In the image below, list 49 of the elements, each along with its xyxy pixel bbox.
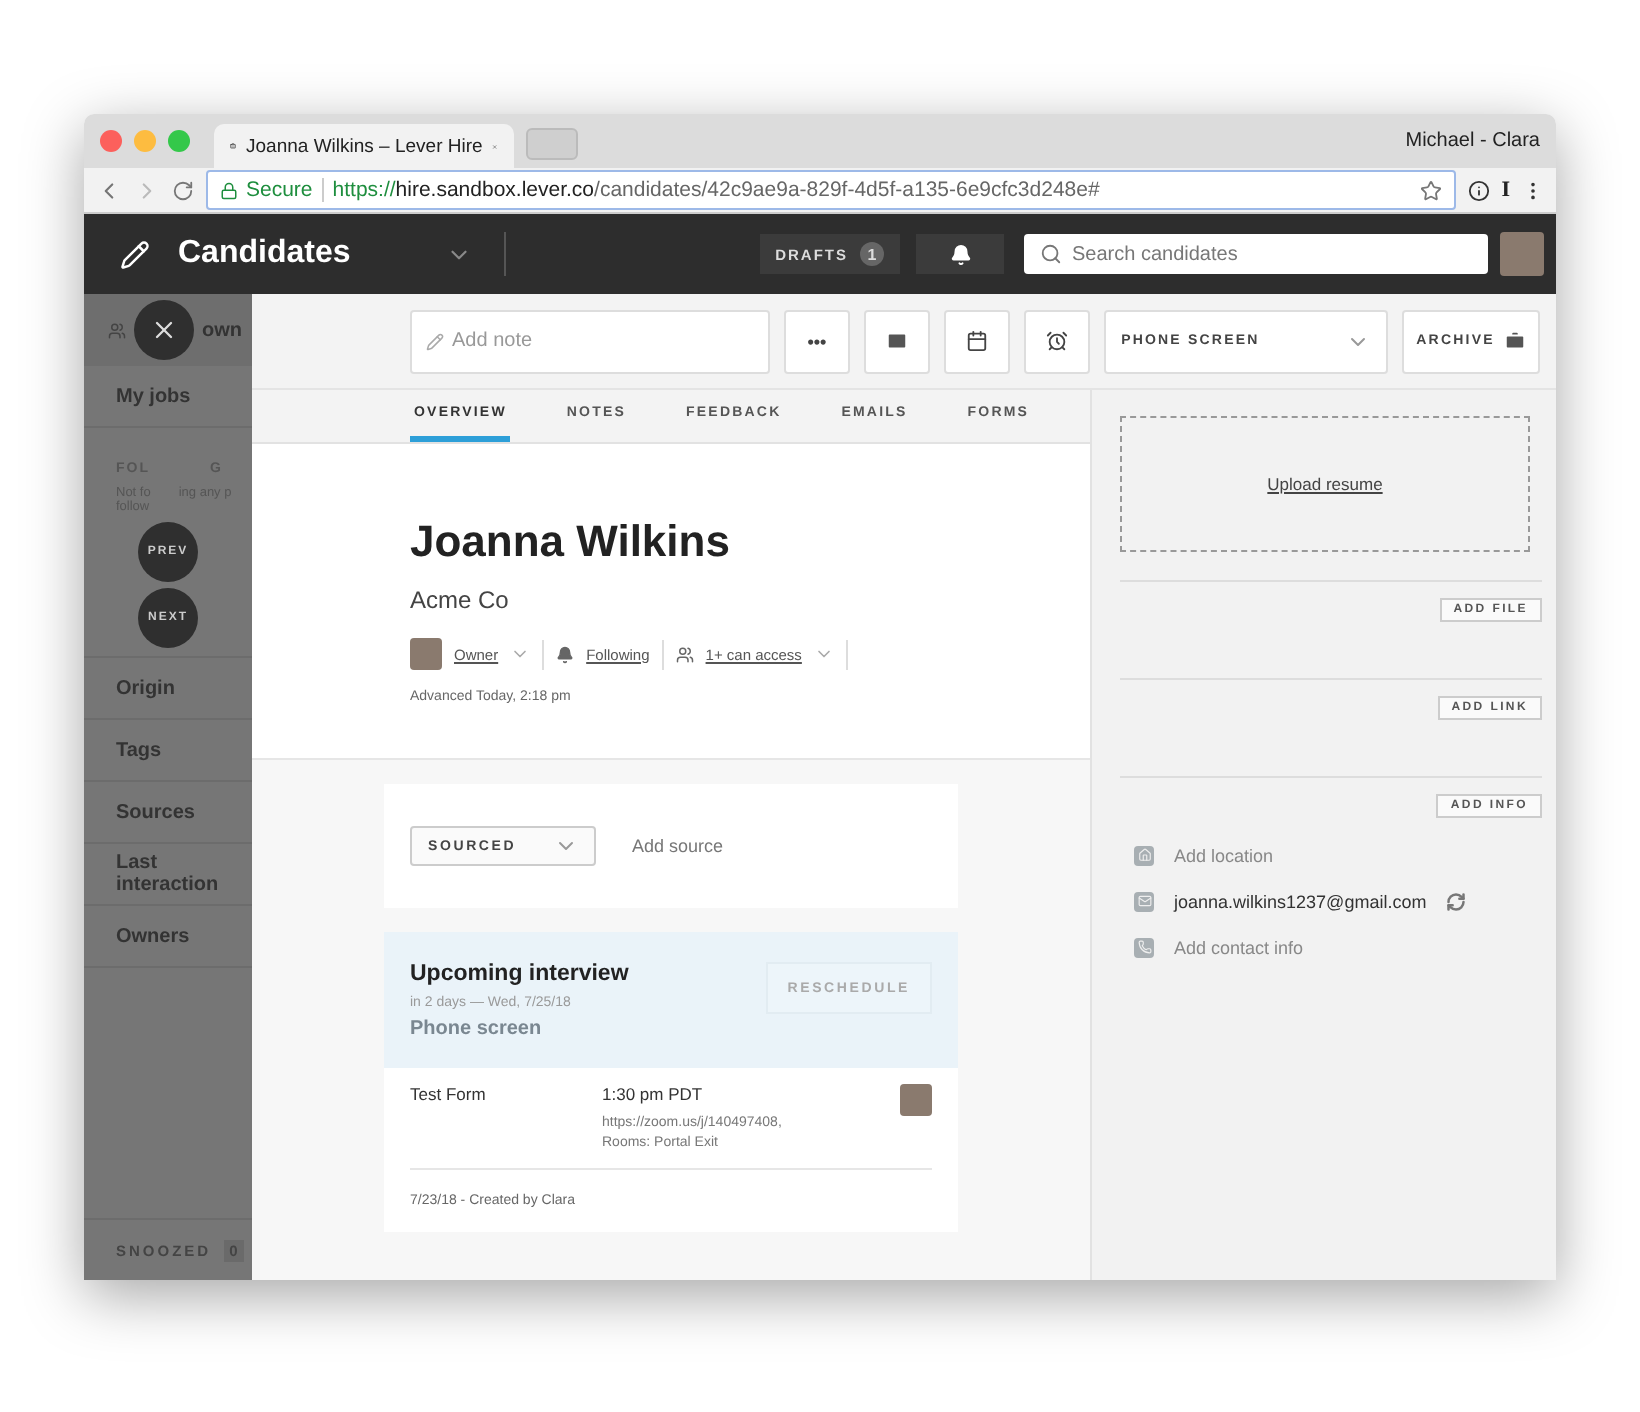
bookmark-star-icon[interactable] [1419, 179, 1442, 201]
avatar [900, 1084, 932, 1116]
candidate-name: Joanna Wilkins [410, 516, 732, 568]
email-icon [1134, 891, 1154, 911]
location-icon [1134, 845, 1154, 865]
tab-title: Joanna Wilkins – Lever Hire [246, 135, 483, 157]
interview-title: Upcoming interview [410, 962, 629, 986]
info-icon[interactable] [1467, 179, 1490, 201]
address-bar[interactable]: Secure https://hire.sandbox.lever.co/candidates/42c9ae9a-829f-4d5f-a135-6e9cfc3d248e# [206, 170, 1456, 210]
pencil-icon [426, 332, 444, 350]
interview-time: 1:30 pm PDT [602, 1084, 705, 1104]
close-icon [150, 316, 178, 344]
contact-text: joanna.wilkins1237@gmail.com [1174, 891, 1427, 911]
secure-label: Secure [246, 178, 325, 202]
phone-icon [1134, 937, 1154, 957]
search-field[interactable]: Search candidates [1024, 234, 1488, 274]
bell-icon [556, 645, 575, 663]
form-name: Test Form [410, 1084, 488, 1108]
avatar [1500, 232, 1544, 276]
people-icon [108, 321, 126, 339]
people-icon [675, 645, 694, 663]
profile-name: Michael - Clara [1405, 130, 1542, 152]
bell-icon [949, 243, 971, 265]
close-button[interactable] [134, 300, 194, 360]
company-name: Acme Co [410, 586, 511, 614]
sync-icon[interactable] [1446, 891, 1467, 911]
add-source-link[interactable]: Add source [632, 836, 724, 856]
reload-icon[interactable] [172, 179, 194, 201]
calendar-button[interactable] [943, 309, 1010, 373]
alarm-clock-icon [1045, 330, 1068, 352]
close-light-icon[interactable] [100, 130, 122, 152]
interview-type: Phone screen [410, 1018, 544, 1040]
search-icon [1040, 243, 1062, 265]
note-field[interactable]: Add note [410, 309, 770, 373]
more-button[interactable]: ••• [784, 309, 850, 373]
calendar-icon [965, 330, 988, 352]
briefcase-icon [1503, 330, 1526, 352]
alarm-button[interactable] [1023, 309, 1090, 373]
upload-resume-link[interactable]: Upload resume [1267, 474, 1383, 494]
url-text: https://hire.sandbox.lever.co/candidates/42c9ae9a-829f-4d5f-a135-6e9cfc3d248e# [332, 178, 1100, 202]
email-button[interactable] [863, 309, 930, 373]
drafts-count: 1 [860, 242, 884, 266]
extension-icon[interactable]: I [1501, 178, 1510, 202]
logo-icon [120, 239, 150, 269]
notifications-button[interactable] [916, 234, 1004, 274]
avatar [410, 638, 442, 670]
page-title: Candidates [178, 236, 351, 272]
lock-icon [220, 181, 238, 199]
browser-tab[interactable]: Joanna Wilkins – Lever Hire [214, 124, 514, 168]
